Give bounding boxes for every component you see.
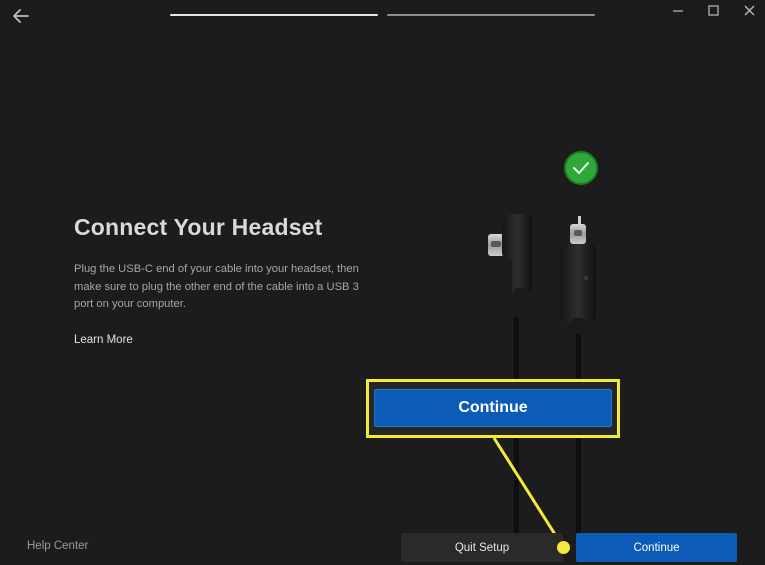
callout-pointer-dot bbox=[557, 541, 570, 554]
setup-window: Connect Your Headset Plug the USB-C end … bbox=[0, 0, 765, 565]
arrow-left-icon bbox=[13, 9, 29, 23]
page-title: Connect Your Headset bbox=[74, 214, 323, 240]
progress-step-2 bbox=[387, 14, 595, 16]
quit-setup-button[interactable]: Quit Setup bbox=[401, 533, 563, 562]
maximize-icon bbox=[708, 5, 719, 16]
close-button[interactable] bbox=[737, 2, 761, 20]
minimize-button[interactable] bbox=[666, 2, 690, 20]
maximize-button[interactable] bbox=[701, 2, 725, 20]
help-center-link[interactable]: Help Center bbox=[27, 540, 88, 552]
callout-highlight-box: Continue bbox=[366, 379, 620, 438]
zoomed-continue-button[interactable]: Continue bbox=[374, 389, 612, 427]
progress-step-1 bbox=[170, 14, 378, 16]
minimize-icon bbox=[673, 10, 683, 12]
learn-more-link[interactable]: Learn More bbox=[74, 334, 133, 346]
instructions-text: Plug the USB-C end of your cable into yo… bbox=[74, 263, 359, 310]
close-icon bbox=[744, 5, 755, 16]
continue-button[interactable]: Continue bbox=[576, 533, 737, 562]
usb-c-cable-illustration bbox=[488, 214, 596, 538]
checkmark-icon bbox=[564, 151, 598, 185]
back-button[interactable] bbox=[8, 4, 34, 28]
